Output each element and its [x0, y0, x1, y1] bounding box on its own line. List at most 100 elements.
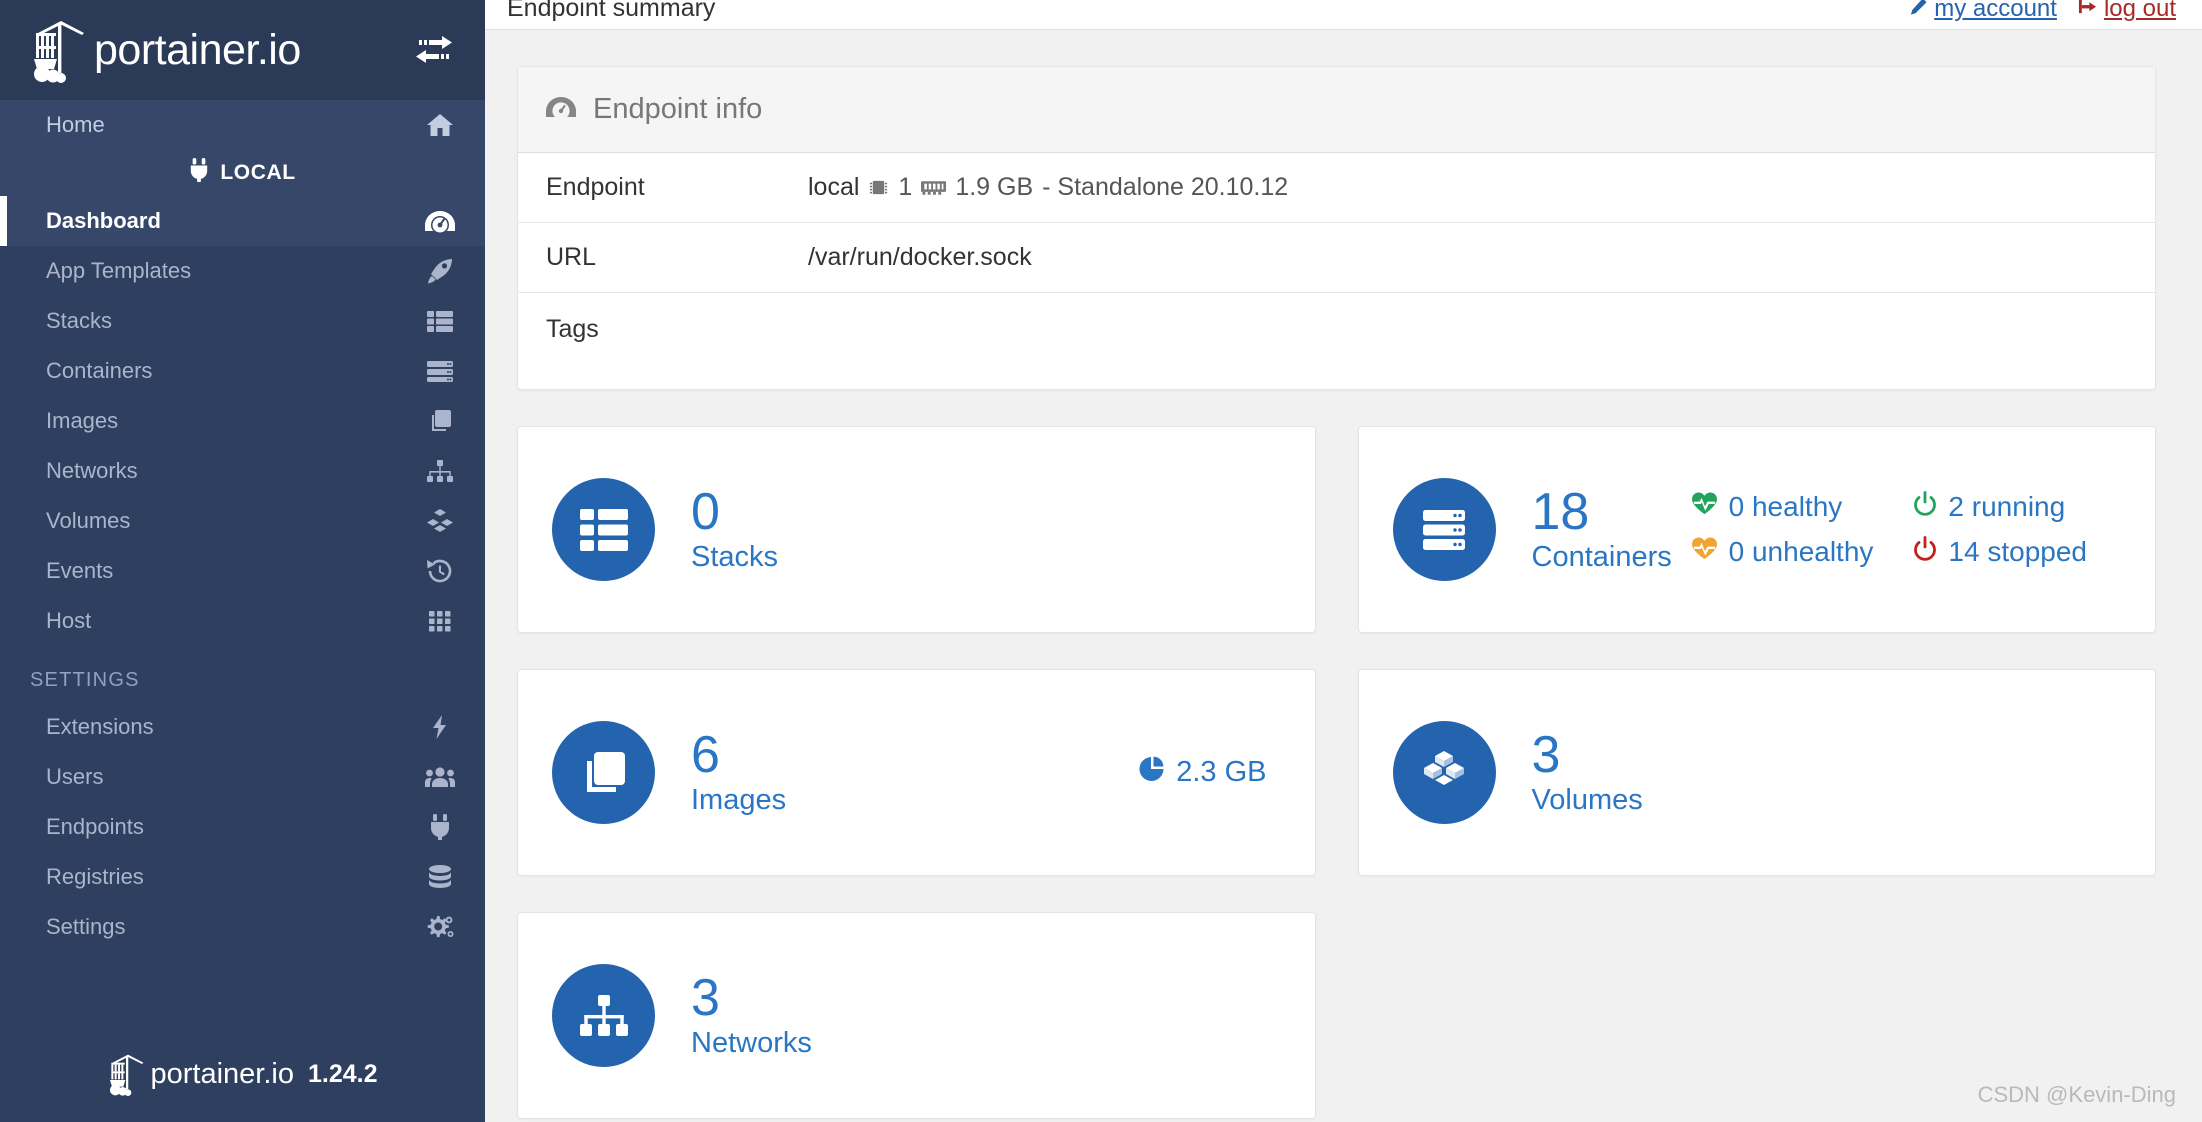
- sidebar-item-label: Users: [46, 764, 104, 789]
- sidebar-item-app-templates[interactable]: App Templates: [0, 246, 485, 296]
- sidebar-item-label: Stacks: [46, 308, 113, 333]
- sidebar-item-users[interactable]: Users: [0, 752, 485, 802]
- status-healthy-label: 0 healthy: [1728, 491, 1843, 522]
- sidebar-item-images[interactable]: Images: [0, 396, 485, 446]
- volumes-card[interactable]: 3 Volumes: [1357, 669, 2156, 876]
- sidebar-section-settings: SETTINGS: [30, 669, 140, 691]
- sidebar-item-label: Settings: [46, 914, 126, 939]
- gauge-icon: [546, 94, 576, 125]
- sidebar-item-volumes[interactable]: Volumes: [0, 496, 485, 546]
- networks-card-text: 3 Networks: [691, 972, 812, 1060]
- containers-count: 18: [1531, 482, 1590, 541]
- heartbeat-icon: [1691, 491, 1718, 523]
- brand-logo[interactable]: portainer.io: [30, 17, 401, 83]
- gears-icon: [423, 913, 457, 941]
- sidebar-item-endpoints[interactable]: Endpoints: [0, 802, 485, 852]
- heartbeat-icon: [1691, 536, 1718, 568]
- plug-icon: [189, 158, 209, 188]
- bolt-icon: [423, 713, 457, 741]
- sidebar-item-label: Registries: [46, 864, 144, 889]
- volumes-card-text: 3 Volumes: [1532, 729, 1643, 817]
- stacks-icon: [423, 307, 457, 335]
- status-healthy: 0 healthy: [1691, 491, 1874, 524]
- sidebar-item-networks[interactable]: Networks: [0, 446, 485, 496]
- sidebar-item-label: Host: [46, 608, 92, 633]
- stacks-card-text: 0 Stacks: [691, 486, 778, 574]
- networks-card[interactable]: 3 Networks: [517, 912, 1316, 1119]
- sidebar-header: portainer.io: [0, 0, 485, 100]
- app-version: 1.24.2: [307, 1059, 378, 1088]
- log-out-link[interactable]: log out: [2077, 0, 2176, 23]
- containers-label: Containers: [1531, 540, 1672, 573]
- plug-icon: [423, 813, 457, 841]
- tags-row: Tags: [518, 293, 2155, 389]
- sidebar-item-label: Volumes: [46, 508, 131, 533]
- sidebar-item-events[interactable]: Events: [0, 546, 485, 596]
- sidebar-item-label: Dashboard: [46, 208, 161, 233]
- sidebar-item-containers[interactable]: Containers: [0, 346, 485, 396]
- containers-status-grid: 0 healthy 2 running 0 unhealthy 14 stopp…: [1691, 490, 2121, 569]
- images-card-text: 6 Images: [691, 729, 786, 817]
- sidebar-item-stacks[interactable]: Stacks: [0, 296, 485, 346]
- url-row-value: /var/run/docker.sock: [808, 243, 1032, 271]
- containers-icon: [423, 357, 457, 385]
- status-unhealthy-label: 0 unhealthy: [1728, 536, 1874, 567]
- history-icon: [423, 557, 457, 585]
- volumes-icon: [423, 507, 457, 535]
- sidebar-item-label: Endpoints: [46, 814, 144, 839]
- status-running: 2 running: [1913, 490, 2087, 524]
- images-icon: [552, 721, 655, 824]
- status-stopped: 14 stopped: [1913, 535, 2087, 569]
- sidebar-item-label: Extensions: [46, 714, 154, 739]
- stat-cards-left-column: 0 Stacks 6 Images 2.3 GB 3 Networks: [517, 426, 1316, 1119]
- networks-label: Networks: [691, 1026, 812, 1059]
- sidebar-toggle-icon[interactable]: [411, 30, 457, 70]
- volumes-label: Volumes: [1531, 783, 1643, 816]
- portainer-crane-icon: [30, 17, 92, 83]
- sidebar-item-dashboard[interactable]: Dashboard: [0, 196, 485, 246]
- power-icon: [1913, 490, 1937, 524]
- cpu-count: 1: [898, 173, 913, 201]
- stacks-label: Stacks: [691, 540, 779, 573]
- footer-brand: portainer.io: [107, 1052, 294, 1096]
- database-icon: [423, 863, 457, 891]
- stat-cards: 0 Stacks 6 Images 2.3 GB 3 Networks 18 C…: [517, 426, 2156, 1119]
- rocket-icon: [423, 257, 457, 285]
- breadcrumb: Endpoint summary: [507, 0, 716, 22]
- sidebar-item-host[interactable]: Host: [0, 596, 485, 646]
- status-stopped-label: 14 stopped: [1948, 536, 2087, 567]
- sidebar-item-label: Containers: [46, 358, 153, 383]
- images-icon: [423, 407, 457, 435]
- images-size: 2.3 GB: [1139, 756, 1280, 790]
- my-account-link[interactable]: my account: [1909, 0, 2057, 23]
- sidebar-item-home[interactable]: Home: [0, 100, 485, 150]
- portainer-crane-icon: [107, 1052, 149, 1096]
- topbar: Endpoint summary my account log out: [485, 0, 2202, 30]
- networks-icon: [552, 964, 655, 1067]
- sidebar: portainer.io Home LOCAL Dashboard App Te…: [0, 0, 485, 1122]
- sidebar-item-registries[interactable]: Registries: [0, 852, 485, 902]
- dashboard-content: Endpoint info Endpoint local 1 1.9 GB - …: [485, 30, 2202, 1119]
- images-card[interactable]: 6 Images 2.3 GB: [517, 669, 1316, 876]
- stacks-card[interactable]: 0 Stacks: [517, 426, 1316, 633]
- stat-cards-right-column: 18 Containers 0 healthy 2 running 0 unhe…: [1357, 426, 2156, 1119]
- sidebar-item-settings[interactable]: Settings: [0, 902, 485, 952]
- grid-icon: [423, 607, 457, 635]
- memory-size: 1.9 GB: [955, 173, 1034, 201]
- endpoint-row: Endpoint local 1 1.9 GB - Standalone 20.…: [518, 153, 2155, 223]
- images-count: 6: [691, 725, 720, 784]
- memory-icon: [921, 179, 947, 197]
- containers-card[interactable]: 18 Containers 0 healthy 2 running 0 unhe…: [1357, 426, 2156, 633]
- local-label: LOCAL: [220, 161, 296, 184]
- sidebar-item-extensions[interactable]: Extensions: [0, 702, 485, 752]
- dashboard-icon: [423, 207, 457, 235]
- power-icon: [1913, 535, 1937, 569]
- containers-icon: [1392, 478, 1496, 581]
- pencil-icon: [1909, 0, 1928, 23]
- stacks-icon: [552, 478, 655, 581]
- home-icon: [423, 111, 457, 139]
- endpoint-name: local: [808, 173, 860, 201]
- sidebar-item-label: Images: [46, 408, 119, 433]
- endpoint-info-panel: Endpoint info Endpoint local 1 1.9 GB - …: [517, 66, 2156, 390]
